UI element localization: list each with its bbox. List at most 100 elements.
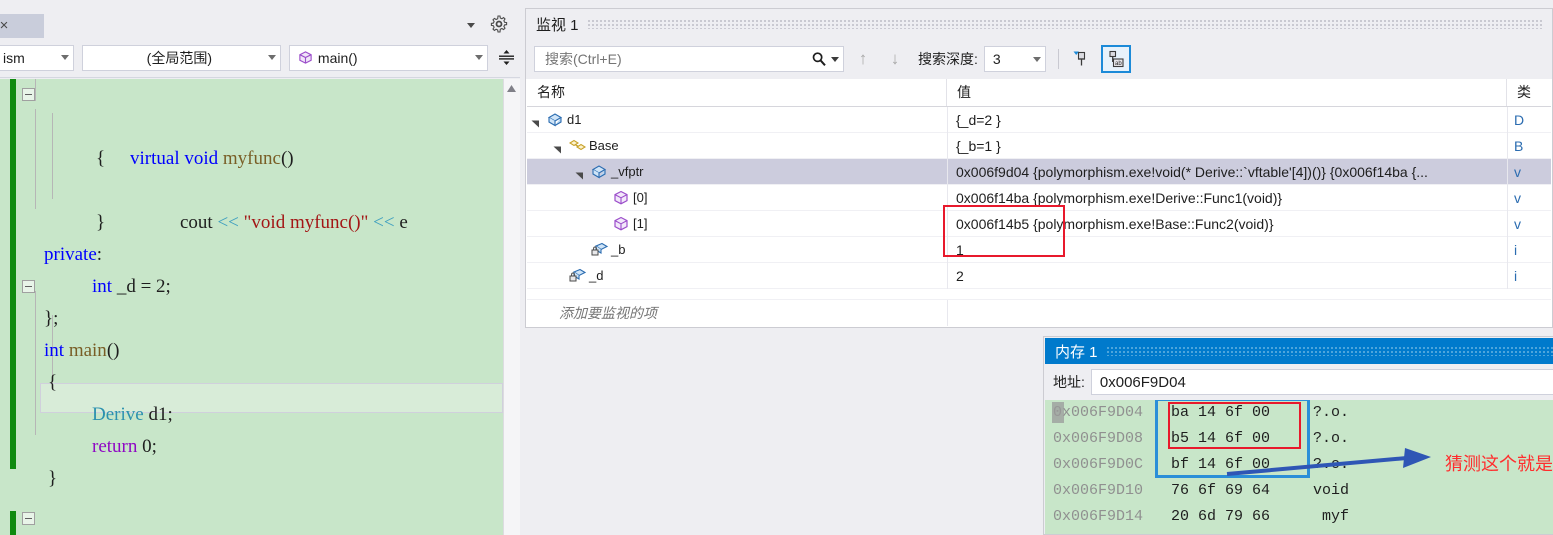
chevron-down-icon[interactable]: [464, 18, 478, 32]
watch-value-cell[interactable]: 0x006f9d04 {polymorphism.exe!void(* Deri…: [947, 159, 1507, 185]
watch-value-cell[interactable]: 0x006f14b5 {polymorphism.exe!Base::Func2…: [947, 211, 1507, 237]
watch-type-cell: B: [1507, 133, 1551, 159]
editor-navigation-bar: ism (全局范围) main(): [0, 38, 520, 78]
memory-hex-bytes[interactable]: 76 6f 69 64: [1171, 478, 1270, 504]
search-input[interactable]: [543, 50, 811, 68]
method-icon: [613, 216, 629, 232]
annotation-text: 猜测这个就是虚函数myfunc的地址: [1445, 454, 1553, 475]
column-header-value[interactable]: 值: [947, 79, 1507, 106]
editor-scrollbar[interactable]: [503, 79, 520, 535]
memory-row[interactable]: 0x006F9D04 ba 14 6f 00 ?.o.: [1045, 400, 1553, 426]
watch-value-cell[interactable]: {_d=2 }: [947, 107, 1507, 133]
drag-grip[interactable]: [1105, 346, 1553, 356]
watch-item-name: [1]: [633, 216, 648, 231]
table-row[interactable]: Base {_b=1 } B: [527, 133, 1551, 159]
table-row[interactable]: _d 2 i: [527, 263, 1551, 289]
watch-name-cell: [527, 107, 947, 133]
member-combo[interactable]: main(): [288, 44, 489, 71]
watch-value-cell[interactable]: {_b=1 }: [947, 133, 1507, 159]
watch-item-name: _b: [611, 242, 626, 257]
table-row[interactable]: _vfptr 0x006f9d04 {polymorphism.exe!void(…: [527, 159, 1551, 185]
watch-type-cell: i: [1507, 237, 1551, 263]
watch-title: 监视 1: [536, 16, 579, 34]
memory-window: 内存 1 地址: 列: 4 0x006F9D04ba 14 6f 00?.o.0…: [1043, 336, 1553, 535]
watch-name-cell: [527, 211, 947, 237]
memory-row[interactable]: 0x006F9D14 20 6d 79 66 myf: [1045, 504, 1553, 530]
watch-value-cell[interactable]: 2: [947, 263, 1507, 289]
chevron-down-icon: [267, 55, 276, 60]
watch-title-bar[interactable]: 监视 1: [526, 9, 1552, 39]
code-line: int main(): [0, 303, 503, 361]
table-row[interactable]: _b 1 i: [527, 237, 1551, 263]
watch-toolbar: ↑ ↓ 搜索深度: 3 ab: [526, 39, 1552, 79]
memory-address: 0x006F9D14: [1053, 508, 1144, 525]
expander-icon[interactable]: [553, 142, 562, 154]
code-text-area[interactable]: virtual void myfunc() { cout << "void my…: [0, 79, 520, 535]
search-next-button[interactable]: ↓: [882, 46, 908, 72]
memory-cursor: [1052, 402, 1064, 423]
pin-values-icon[interactable]: ab: [1100, 45, 1131, 73]
watch-item-name: d1: [567, 112, 582, 127]
watch-type-cell: v: [1507, 159, 1551, 185]
memory-hex-bytes[interactable]: ba 14 6f 00: [1171, 400, 1270, 426]
drag-grip[interactable]: [586, 19, 1544, 29]
memory-ascii: void: [1313, 482, 1350, 499]
project-combo[interactable]: ism: [0, 44, 74, 71]
memory-toolbar: 地址: 列: 4: [1045, 364, 1553, 400]
struct-icon: [547, 112, 563, 128]
fold-toggle[interactable]: [22, 512, 35, 525]
chevron-down-icon: [475, 55, 484, 60]
code-line: {: [0, 335, 503, 393]
column-header-name[interactable]: 名称: [527, 79, 947, 106]
address-box[interactable]: [1090, 369, 1553, 395]
memory-title-bar[interactable]: 内存 1: [1045, 338, 1553, 364]
search-previous-button[interactable]: ↑: [850, 46, 876, 72]
watch-row-container: d1 {_d=2 } D Base {_b=1 } B _vfptr 0x006f9d04 {…: [527, 107, 1551, 289]
memory-address: 0x006F9D04: [1053, 404, 1144, 421]
watch-value-cell[interactable]: 0x006f14ba {polymorphism.exe!Derive::Fun…: [947, 185, 1507, 211]
method-icon: [613, 190, 629, 206]
add-watch-row[interactable]: 添加要监视的项: [527, 299, 1551, 326]
table-row[interactable]: [0] 0x006f14ba {polymorphism.exe!Derive::…: [527, 185, 1551, 211]
address-input[interactable]: [1097, 372, 1553, 392]
search-box[interactable]: [534, 46, 844, 72]
memory-address: 0x006F9D10: [1053, 482, 1144, 499]
close-icon[interactable]: ×: [0, 18, 12, 34]
search-icon[interactable]: [811, 51, 827, 67]
code-editor-pane: × ism (全局范围) main() virtual void myfunc(…: [0, 0, 520, 535]
code-line: }: [0, 431, 503, 489]
code-line: int _d = 2;: [0, 239, 503, 297]
gear-icon[interactable]: [490, 15, 508, 33]
scroll-up-icon[interactable]: [504, 81, 519, 96]
memory-address: 0x006F9D0C: [1053, 456, 1144, 473]
split-editor-button[interactable]: [492, 44, 520, 71]
toolbar-divider: [1057, 49, 1059, 69]
watch-type-cell: v: [1507, 185, 1551, 211]
watch-item-name: _vfptr: [611, 164, 644, 179]
editor-tab-strip: ×: [0, 0, 520, 38]
watch-value-cell[interactable]: 1: [947, 237, 1507, 263]
table-row[interactable]: [1] 0x006f14b5 {polymorphism.exe!Base::Fu…: [527, 211, 1551, 237]
search-depth-combo[interactable]: 3: [983, 46, 1046, 72]
expander-icon[interactable]: [531, 116, 540, 128]
annotation-arrow: [1226, 448, 1431, 476]
watch-name-cell: [527, 159, 947, 185]
chevron-down-icon: [60, 55, 69, 60]
watch-item-name: _d: [589, 268, 604, 283]
column-header-type[interactable]: 类: [1507, 79, 1551, 106]
expander-icon[interactable]: [575, 168, 584, 180]
column-divider: [947, 300, 948, 326]
memory-dump[interactable]: 0x006F9D04 ba 14 6f 00 ?.o. 0x006F9D08 b5 14…: [1045, 400, 1553, 534]
pin-icon[interactable]: [1065, 45, 1095, 73]
scope-combo[interactable]: (全局范围): [81, 44, 281, 71]
address-label: 地址:: [1053, 374, 1085, 390]
table-row[interactable]: d1 {_d=2 } D: [527, 107, 1551, 133]
code-line: cout << "void myfunc()" << e: [0, 143, 503, 233]
code-line: }: [0, 175, 503, 233]
memory-hex-bytes[interactable]: 20 6d 79 66: [1171, 504, 1270, 530]
svg-text:ab: ab: [1115, 61, 1122, 67]
watch-grid[interactable]: 名称 值 类 d1 {_d=2 } D Base {_b=1 } B _vfptr 0x006…: [527, 79, 1551, 326]
memory-row[interactable]: 0x006F9D10 76 6f 69 64 void: [1045, 478, 1553, 504]
chevron-down-icon[interactable]: [831, 56, 839, 62]
code-line: return 0;: [0, 399, 503, 457]
